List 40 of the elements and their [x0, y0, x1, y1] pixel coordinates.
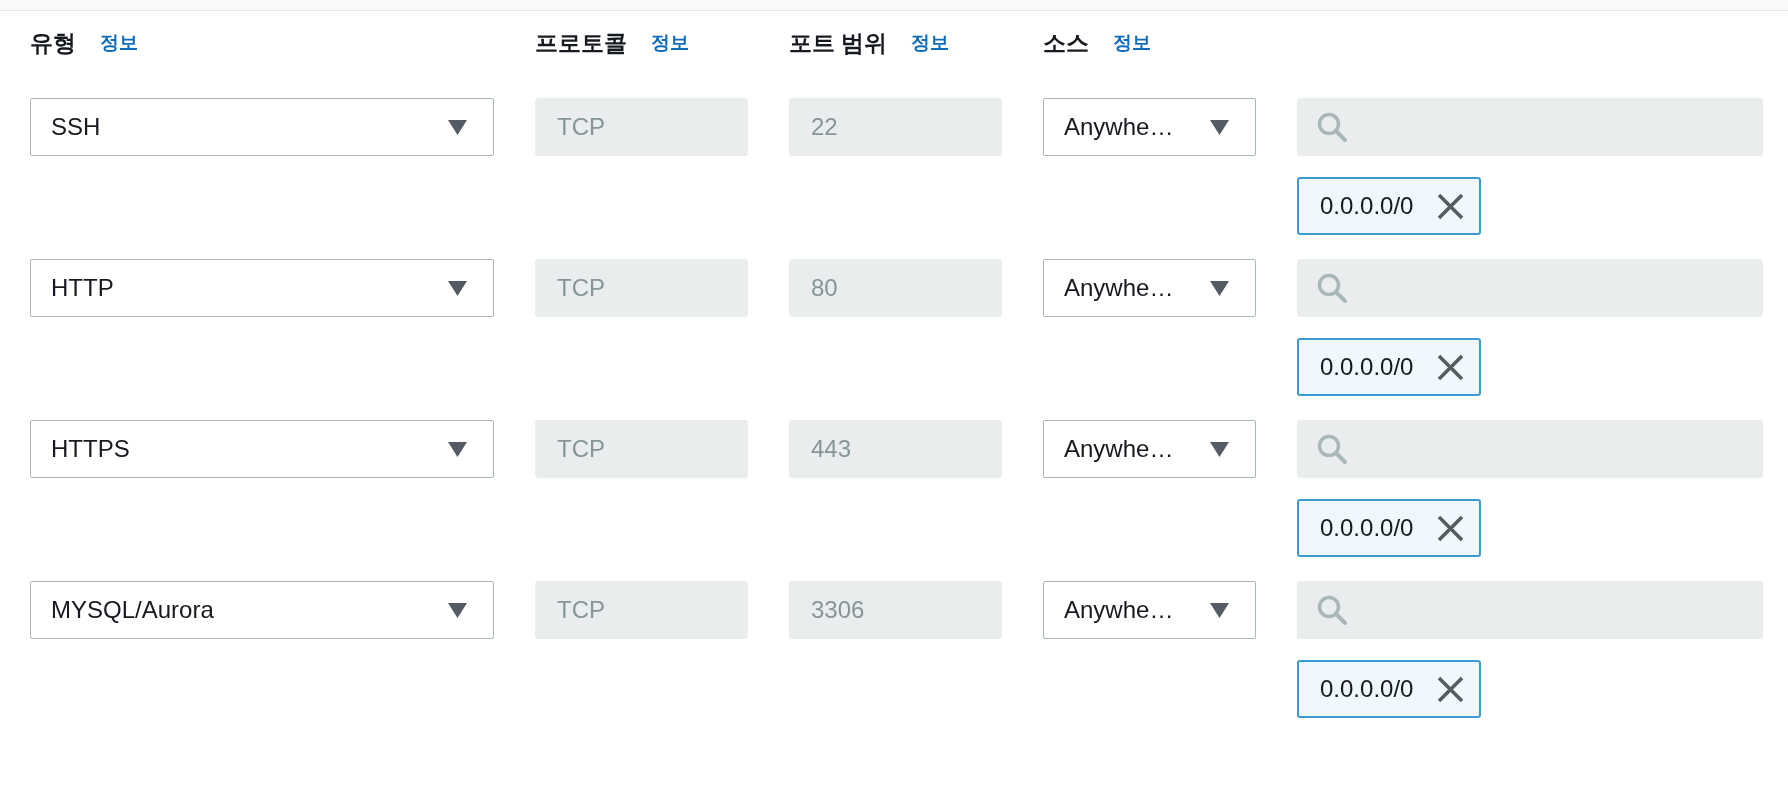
caret-icon	[1210, 602, 1229, 618]
column-header: 유형	[30, 29, 76, 57]
close-icon[interactable]	[1437, 514, 1465, 542]
caret-icon	[1210, 441, 1229, 457]
search-field[interactable]	[1297, 259, 1763, 317]
close-icon[interactable]	[1437, 353, 1465, 381]
tag-text: 0.0.0.0/0	[1320, 675, 1414, 703]
caret-icon	[448, 602, 467, 618]
column-header: 소스	[1043, 29, 1089, 57]
column-header: 프로토콜	[535, 29, 627, 57]
search-field[interactable]	[1297, 581, 1763, 639]
source-select[interactable]: Anywhe…	[1043, 259, 1256, 317]
tag-text: 0.0.0.0/0	[1320, 192, 1414, 220]
source-select[interactable]: Anywhe…	[1043, 98, 1256, 156]
caret-icon	[448, 119, 467, 135]
column-header: 포트 범위	[789, 29, 888, 57]
info-link[interactable]: 정보	[651, 30, 689, 56]
info-link[interactable]: 정보	[911, 30, 950, 56]
search-icon	[1317, 273, 1347, 303]
caret-icon	[1210, 119, 1229, 135]
caret-icon	[448, 441, 467, 457]
close-icon[interactable]	[1437, 675, 1465, 703]
search-icon	[1317, 595, 1347, 625]
type-select[interactable]: HTTPS	[30, 420, 494, 478]
type-select[interactable]: MYSQL/Aurora	[30, 581, 494, 639]
tag-text: 0.0.0.0/0	[1320, 353, 1414, 381]
type-select[interactable]: SSH	[30, 98, 494, 156]
type-select[interactable]: HTTP	[30, 259, 494, 317]
search-field[interactable]	[1297, 420, 1763, 478]
info-link[interactable]: 정보	[1113, 30, 1151, 56]
search-field[interactable]	[1297, 98, 1763, 156]
source-select[interactable]: Anywhe…	[1043, 581, 1256, 639]
search-icon	[1317, 434, 1347, 464]
source-select[interactable]: Anywhe…	[1043, 420, 1256, 478]
tag-text: 0.0.0.0/0	[1320, 514, 1414, 542]
caret-icon	[448, 280, 467, 296]
info-link[interactable]: 정보	[100, 30, 138, 56]
close-icon[interactable]	[1437, 192, 1465, 220]
caret-icon	[1210, 280, 1229, 296]
search-icon	[1317, 112, 1347, 142]
